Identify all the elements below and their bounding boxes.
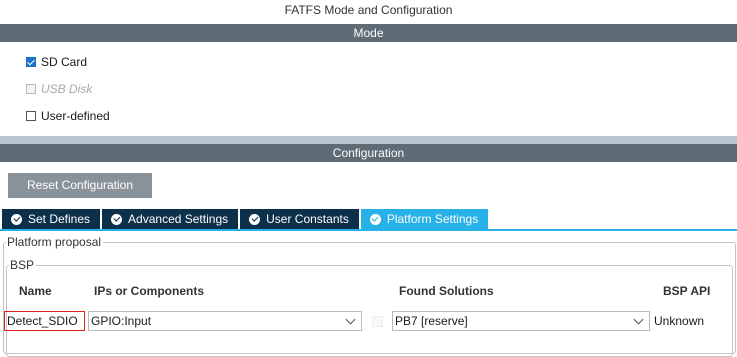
checkbox-unchecked-icon: [26, 111, 36, 121]
chevron-down-icon: [633, 314, 644, 325]
bsp-row-name: Detect_SDIO: [4, 311, 85, 331]
column-header-found-solutions: Found Solutions: [399, 284, 494, 298]
configuration-tabs: Set Defines Advanced Settings User Const…: [2, 209, 490, 229]
found-solution-select[interactable]: PB7 [reserve]: [392, 311, 650, 331]
tab-label: User Constants: [266, 212, 349, 226]
tab-label: Advanced Settings: [128, 212, 229, 226]
column-header-ips: IPs or Components: [94, 284, 205, 298]
sd-card-label: SD Card: [41, 55, 88, 69]
checkbox-faded-icon: [372, 316, 383, 327]
found-solution-value: PB7 [reserve]: [395, 314, 468, 328]
page-title: FATFS Mode and Configuration: [284, 3, 453, 17]
sd-card-checkbox[interactable]: SD Card: [26, 53, 87, 71]
reset-configuration-button[interactable]: Reset Configuration: [8, 173, 152, 198]
bsp-api-status: Unknown: [654, 314, 705, 328]
usb-disk-checkbox: USB Disk: [26, 80, 92, 98]
tab-set-defines[interactable]: Set Defines: [2, 209, 101, 229]
tab-user-constants[interactable]: User Constants: [240, 209, 359, 229]
column-header-name: Name: [19, 284, 52, 298]
tab-underline: [0, 229, 737, 231]
tab-label: Set Defines: [28, 212, 91, 226]
ip-component-select[interactable]: GPIO:Input: [88, 311, 362, 331]
user-defined-label: User-defined: [41, 109, 110, 123]
checkbox-checked-icon: [26, 57, 36, 67]
column-header-bsp-api: BSP API: [663, 284, 711, 298]
check-circle-icon: [249, 213, 261, 225]
check-circle-icon: [369, 213, 381, 225]
mode-section-header: Mode: [0, 24, 737, 42]
ip-component-value: GPIO:Input: [91, 314, 152, 328]
usb-disk-label: USB Disk: [41, 82, 93, 96]
user-defined-checkbox[interactable]: User-defined: [26, 107, 110, 125]
bsp-legend: BSP: [9, 258, 37, 272]
tab-platform-settings[interactable]: Platform Settings: [360, 209, 489, 229]
section-divider: [0, 136, 737, 144]
chevron-down-icon: [345, 314, 356, 325]
tab-advanced-settings[interactable]: Advanced Settings: [102, 209, 239, 229]
checkbox-disabled-icon: [26, 84, 36, 94]
check-circle-icon: [11, 213, 22, 225]
check-circle-icon: [111, 213, 123, 225]
configuration-section-header: Configuration: [0, 144, 737, 162]
platform-proposal-legend: Platform proposal: [6, 235, 104, 249]
tab-label: Platform Settings: [386, 212, 479, 226]
